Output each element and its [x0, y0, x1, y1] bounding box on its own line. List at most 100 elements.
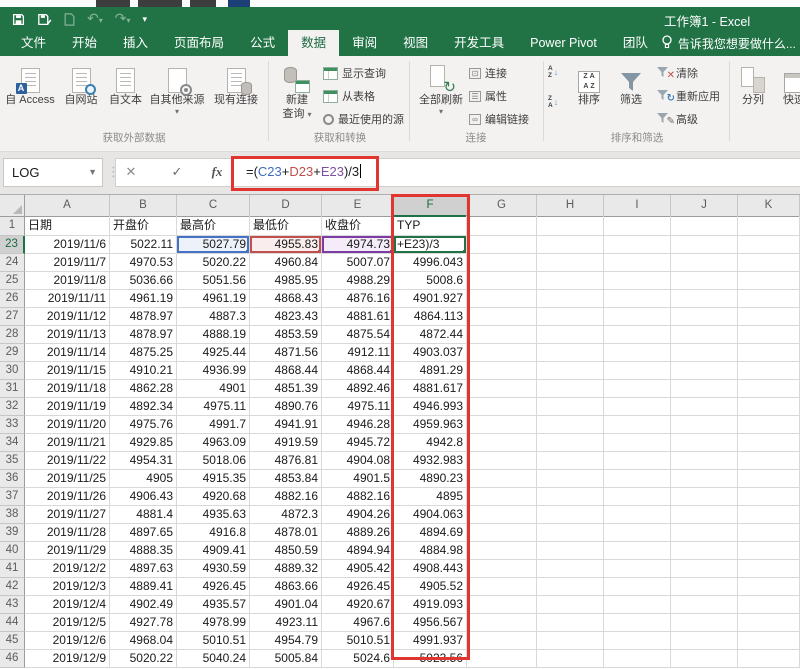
- cell-K45[interactable]: [738, 632, 800, 650]
- new-file-icon[interactable]: [64, 13, 75, 26]
- cell-B46[interactable]: 5020.22: [110, 650, 177, 668]
- sort-descending-button[interactable]: ZA↓: [548, 96, 558, 109]
- reapply-filter-button[interactable]: ↻ 重新应用: [656, 88, 720, 104]
- cell-H38[interactable]: [537, 506, 604, 524]
- cell-D42[interactable]: 4863.66: [250, 578, 322, 596]
- clear-filter-button[interactable]: ✕ 清除: [656, 65, 698, 81]
- cell-G29[interactable]: [467, 344, 537, 362]
- cell-D35[interactable]: 4876.81: [250, 452, 322, 470]
- cell-G27[interactable]: [467, 308, 537, 326]
- cell-G40[interactable]: [467, 542, 537, 560]
- cell-F1[interactable]: TYP: [394, 216, 467, 236]
- row-header-30[interactable]: 30: [0, 362, 25, 380]
- cell-D26[interactable]: 4868.43: [250, 290, 322, 308]
- cell-D44[interactable]: 4923.11: [250, 614, 322, 632]
- cell-F38[interactable]: 4904.063: [394, 506, 467, 524]
- row-header-33[interactable]: 33: [0, 416, 25, 434]
- cell-C27[interactable]: 4887.3: [177, 308, 250, 326]
- cell-J29[interactable]: [671, 344, 738, 362]
- column-header-H[interactable]: H: [537, 195, 604, 217]
- row-header-35[interactable]: 35: [0, 452, 25, 470]
- row-header-46[interactable]: 46: [0, 650, 25, 668]
- row-header-23[interactable]: 23: [0, 236, 25, 254]
- cell-F46[interactable]: 5023.56: [394, 650, 467, 668]
- cell-J39[interactable]: [671, 524, 738, 542]
- cell-E37[interactable]: 4882.16: [322, 488, 394, 506]
- cell-J43[interactable]: [671, 596, 738, 614]
- cell-J1[interactable]: [671, 216, 738, 236]
- cell-F31[interactable]: 4881.617: [394, 380, 467, 398]
- cell-B45[interactable]: 4968.04: [110, 632, 177, 650]
- cell-D37[interactable]: 4882.16: [250, 488, 322, 506]
- cell-J25[interactable]: [671, 272, 738, 290]
- name-box[interactable]: LOG ▼: [3, 158, 103, 187]
- cell-B44[interactable]: 4927.78: [110, 614, 177, 632]
- cell-K34[interactable]: [738, 434, 800, 452]
- row-header-34[interactable]: 34: [0, 434, 25, 452]
- cell-I39[interactable]: [604, 524, 671, 542]
- cell-H26[interactable]: [537, 290, 604, 308]
- properties-button[interactable]: ☰ 属性: [469, 88, 507, 104]
- cell-C36[interactable]: 4915.35: [177, 470, 250, 488]
- cell-H32[interactable]: [537, 398, 604, 416]
- cell-F33[interactable]: 4959.963: [394, 416, 467, 434]
- cell-C46[interactable]: 5040.24: [177, 650, 250, 668]
- row-header-39[interactable]: 39: [0, 524, 25, 542]
- cell-G24[interactable]: [467, 254, 537, 272]
- row-header-40[interactable]: 40: [0, 542, 25, 560]
- cell-E1[interactable]: 收盘价: [322, 216, 394, 236]
- cell-A46[interactable]: 2019/12/9: [25, 650, 110, 668]
- column-header-B[interactable]: B: [110, 195, 177, 217]
- cell-I1[interactable]: [604, 216, 671, 236]
- cell-A23[interactable]: 2019/11/6: [25, 236, 110, 254]
- show-queries-button[interactable]: 显示查询: [323, 65, 386, 81]
- cell-B37[interactable]: 4906.43: [110, 488, 177, 506]
- cell-F28[interactable]: 4872.44: [394, 326, 467, 344]
- column-header-E[interactable]: E: [322, 195, 394, 217]
- cell-K28[interactable]: [738, 326, 800, 344]
- cell-H24[interactable]: [537, 254, 604, 272]
- cell-J24[interactable]: [671, 254, 738, 272]
- cell-E25[interactable]: 4988.29: [322, 272, 394, 290]
- cell-J26[interactable]: [671, 290, 738, 308]
- insert-function-icon[interactable]: fx: [204, 158, 230, 187]
- cell-B26[interactable]: 4961.19: [110, 290, 177, 308]
- cell-E45[interactable]: 5010.51: [322, 632, 394, 650]
- cell-H43[interactable]: [537, 596, 604, 614]
- ribbon-tab-6[interactable]: 审阅: [339, 30, 390, 56]
- cell-J34[interactable]: [671, 434, 738, 452]
- cell-C31[interactable]: 4901: [177, 380, 250, 398]
- row-header-37[interactable]: 37: [0, 488, 25, 506]
- cell-B23[interactable]: 5022.11: [110, 236, 177, 254]
- cell-F44[interactable]: 4956.567: [394, 614, 467, 632]
- cell-H37[interactable]: [537, 488, 604, 506]
- cell-D43[interactable]: 4901.04: [250, 596, 322, 614]
- cell-H45[interactable]: [537, 632, 604, 650]
- cell-I40[interactable]: [604, 542, 671, 560]
- cell-C32[interactable]: 4975.11: [177, 398, 250, 416]
- cell-B42[interactable]: 4889.41: [110, 578, 177, 596]
- cell-A25[interactable]: 2019/11/8: [25, 272, 110, 290]
- cell-F40[interactable]: 4884.98: [394, 542, 467, 560]
- cell-B36[interactable]: 4905: [110, 470, 177, 488]
- ribbon-tab-5[interactable]: 数据: [288, 30, 339, 56]
- cell-D30[interactable]: 4868.44: [250, 362, 322, 380]
- cell-D29[interactable]: 4871.56: [250, 344, 322, 362]
- cell-A42[interactable]: 2019/12/3: [25, 578, 110, 596]
- cell-K1[interactable]: [738, 216, 800, 236]
- cell-K31[interactable]: [738, 380, 800, 398]
- enter-icon[interactable]: ✓: [164, 158, 190, 187]
- cell-G28[interactable]: [467, 326, 537, 344]
- cell-H40[interactable]: [537, 542, 604, 560]
- cell-F25[interactable]: 5008.6: [394, 272, 467, 290]
- cell-J27[interactable]: [671, 308, 738, 326]
- cell-F26[interactable]: 4901.927: [394, 290, 467, 308]
- cell-D1[interactable]: 最低价: [250, 216, 322, 236]
- cell-B43[interactable]: 4902.49: [110, 596, 177, 614]
- cell-G44[interactable]: [467, 614, 537, 632]
- cell-F41[interactable]: 4908.443: [394, 560, 467, 578]
- cell-J35[interactable]: [671, 452, 738, 470]
- cell-G37[interactable]: [467, 488, 537, 506]
- cell-H36[interactable]: [537, 470, 604, 488]
- cell-D34[interactable]: 4919.59: [250, 434, 322, 452]
